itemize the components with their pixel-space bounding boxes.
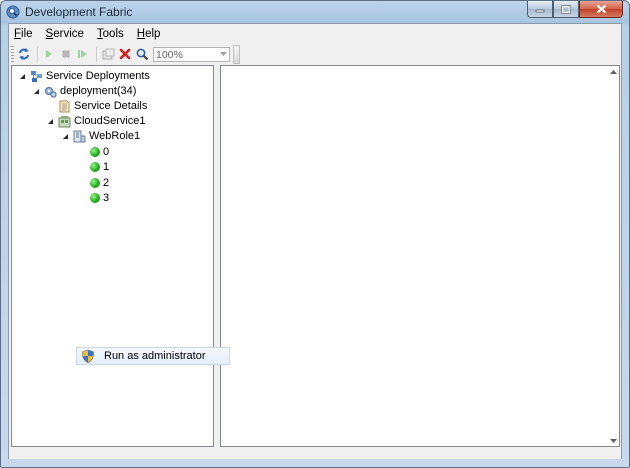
menu-service[interactable]: Service <box>45 27 85 41</box>
close-button[interactable] <box>579 1 623 18</box>
deployment-tree[interactable]: Service Deployments deployment(34) Servi… <box>11 65 214 447</box>
running-status-icon <box>90 178 100 188</box>
main-window: Development Fabric File Service Tools He… <box>0 0 630 468</box>
minimize-icon <box>535 9 545 13</box>
zoom-combobox[interactable]: 100% <box>153 46 230 62</box>
tree-node-label: Service Deployments <box>46 70 150 82</box>
tree-node-instance-2[interactable]: 2 <box>90 175 109 191</box>
toolbar: 100% <box>9 43 621 65</box>
tree-node-instance-3[interactable]: 3 <box>90 190 109 206</box>
refresh-icon <box>19 48 29 60</box>
tree-node-root[interactable]: Service Deployments <box>18 68 150 84</box>
tree-node-cloud-service[interactable]: CloudService1 <box>46 113 146 129</box>
tree-node-service-details[interactable]: Service Details <box>58 98 147 114</box>
stop-icon <box>62 50 70 58</box>
delete-icon <box>119 48 131 60</box>
toolbar-grip[interactable] <box>11 46 14 62</box>
menu-tools[interactable]: Tools <box>96 27 125 41</box>
maximize-button[interactable] <box>553 1 579 18</box>
chevron-down-icon <box>610 438 617 443</box>
client-area: File Service Tools Help 100% Service Dep… <box>8 23 622 459</box>
menu-bar: File Service Tools Help <box>9 24 621 43</box>
status-bar <box>9 448 621 459</box>
tree-node-label: 2 <box>103 177 110 189</box>
maximize-icon <box>561 4 571 14</box>
gears-icon <box>44 85 57 98</box>
menu-file[interactable]: File <box>13 27 34 41</box>
tree-node-label: WebRole1 <box>89 130 141 142</box>
uac-shield-icon <box>81 349 95 363</box>
run-icon <box>46 50 52 58</box>
tree-node-web-role[interactable]: WebRole1 <box>61 128 140 144</box>
toolbar-separator <box>37 46 39 62</box>
title-bar[interactable]: Development Fabric <box>1 1 629 23</box>
chevron-up-icon <box>610 69 617 74</box>
running-status-icon <box>90 162 100 172</box>
refresh-button[interactable] <box>17 46 31 62</box>
running-status-icon <box>90 147 100 157</box>
details-pane[interactable] <box>220 65 620 447</box>
menu-help[interactable]: Help <box>136 27 162 41</box>
tree-node-label: 0 <box>103 146 110 158</box>
tree-node-label: 3 <box>103 192 110 204</box>
toolbar-overflow[interactable] <box>233 44 240 64</box>
document-icon <box>58 100 71 113</box>
tree-node-label: Service Details <box>74 100 148 112</box>
tree-node-label: deployment(34) <box>60 85 137 97</box>
cloud-service-icon <box>58 115 71 128</box>
service-deployments-icon <box>30 70 43 83</box>
zoom-button[interactable] <box>135 46 149 62</box>
magnifier-app-icon <box>6 5 20 19</box>
tree-node-instance-1[interactable]: 1 <box>90 159 109 175</box>
attach-button[interactable] <box>101 46 115 62</box>
expanded-triangle-icon[interactable] <box>61 132 69 140</box>
context-menu-label: Run as administrator <box>104 350 206 362</box>
attach-icon <box>102 48 114 59</box>
minimize-button[interactable] <box>527 1 553 18</box>
tree-node-deployment[interactable]: deployment(34) <box>32 83 136 99</box>
tree-node-label: 1 <box>103 161 110 173</box>
step-button[interactable] <box>76 46 90 62</box>
zoom-value: 100% <box>156 48 183 61</box>
expanded-triangle-icon[interactable] <box>46 117 54 125</box>
expanded-triangle-icon[interactable] <box>32 87 40 95</box>
caption-buttons <box>527 1 623 19</box>
run-button[interactable] <box>42 46 56 62</box>
stop-button[interactable] <box>59 46 73 62</box>
web-role-icon <box>73 130 86 143</box>
tree-node-instance-0[interactable]: 0 <box>90 144 109 160</box>
close-icon <box>596 4 606 14</box>
context-menu-item-run-as-admin[interactable]: Run as administrator <box>76 347 230 365</box>
scroll-down-arrow[interactable] <box>609 436 618 445</box>
scroll-up-arrow[interactable] <box>609 67 618 76</box>
window-title: Development Fabric <box>25 5 133 19</box>
chevron-down-icon[interactable] <box>217 48 229 61</box>
delete-button[interactable] <box>118 46 132 62</box>
magnifier-icon <box>136 48 148 60</box>
running-status-icon <box>90 193 100 203</box>
expanded-triangle-icon[interactable] <box>18 72 26 80</box>
toolbar-separator <box>96 46 98 62</box>
tree-node-label: CloudService1 <box>74 115 146 127</box>
step-icon <box>78 50 87 58</box>
